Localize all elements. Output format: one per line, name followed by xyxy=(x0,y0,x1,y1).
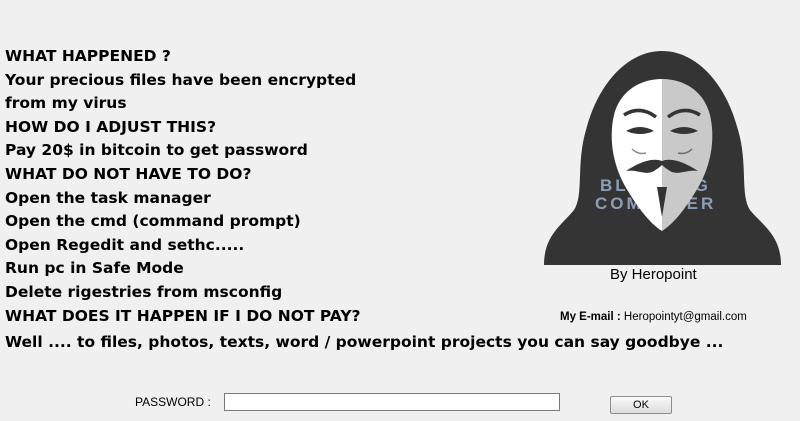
password-label: PASSWORD : xyxy=(135,395,211,409)
email-label: My E-mail : xyxy=(560,311,621,323)
ok-button[interactable]: OK xyxy=(610,396,672,414)
password-input[interactable] xyxy=(224,393,560,411)
message-line: Delete rigestries from msconfig xyxy=(5,282,283,301)
author-email: My E-mail : Heropointyt@gmail.com xyxy=(560,311,747,323)
anonymous-mask-icon: BLEEPING COMPUTER xyxy=(544,51,781,265)
author-byline: By Heropoint xyxy=(610,266,697,283)
email-address: Heropointyt@gmail.com xyxy=(623,311,747,323)
message-line: Well .... to files, photos, texts, word … xyxy=(5,333,724,352)
